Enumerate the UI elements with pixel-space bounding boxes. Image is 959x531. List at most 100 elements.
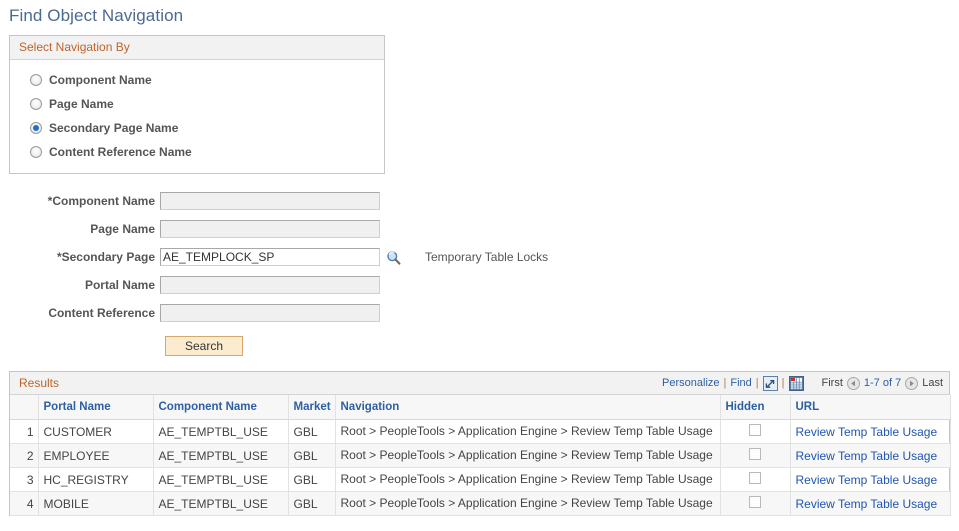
results-table: Portal Name Component Name Market Naviga… [10,395,951,516]
radio-label-content-reference-name[interactable]: Content Reference Name [49,145,192,159]
cell-hidden [720,419,791,444]
column-header-portal-name[interactable]: Portal Name [38,395,154,420]
pager-first-label[interactable]: First [822,377,843,389]
results-toolbar: Personalize | Find | | First 1-7 of 7 La… [662,375,943,391]
cell-url: Review Temp Table Usage [790,491,951,516]
hidden-checkbox[interactable] [749,424,761,436]
row-sequence: 3 [10,467,39,492]
hidden-checkbox[interactable] [749,472,761,484]
cell-hidden [720,443,791,468]
portal-name-input[interactable] [160,276,380,294]
radio-button-page-name[interactable] [30,98,42,110]
row-sequence: 1 [10,419,39,444]
radio-button-secondary-page-name[interactable] [30,122,42,134]
hidden-checkbox[interactable] [749,448,761,460]
cell-portal-name: EMPLOYEE [38,443,154,468]
pager-last-label[interactable]: Last [922,377,943,389]
radio-option-component-name[interactable]: Component Name [10,68,384,92]
cell-market: GBL [288,419,336,444]
radio-button-content-reference-name[interactable] [30,146,42,158]
cell-url: Review Temp Table Usage [790,419,951,444]
cell-component-name: AE_TEMPTBL_USE [153,491,289,516]
radio-label-component-name[interactable]: Component Name [49,73,152,87]
pager-range[interactable]: 1-7 of 7 [864,377,901,389]
cell-navigation: Root > PeopleTools > Application Engine … [335,491,721,516]
form-row-secondary-page: *Secondary Page Temporary Table Locks [0,244,959,270]
radio-option-content-reference-name[interactable]: Content Reference Name [10,140,384,164]
url-link[interactable]: Review Temp Table Usage [796,425,938,439]
find-link[interactable]: Find [730,377,751,389]
radio-label-page-name[interactable]: Page Name [49,97,114,111]
label-portal-name: Portal Name [84,278,155,292]
expand-grid-icon[interactable] [762,375,778,391]
url-link[interactable]: Review Temp Table Usage [796,449,938,463]
search-criteria-form: *Component Name Page Name *Secondary Pag… [0,188,959,361]
toolbar-separator-2: | [755,377,759,389]
hidden-checkbox[interactable] [749,496,761,508]
search-button[interactable]: Search [165,336,243,356]
form-row-page-name: Page Name [0,216,959,242]
component-name-input[interactable] [160,192,380,210]
column-header-hidden[interactable]: Hidden [720,395,791,420]
personalize-link[interactable]: Personalize [662,377,719,389]
table-row: 4 MOBILE AE_TEMPTBL_USE GBL Root > Peopl… [10,491,951,516]
download-spreadsheet-icon[interactable] [788,375,804,391]
cell-navigation: Root > PeopleTools > Application Engine … [335,467,721,492]
cell-navigation: Root > PeopleTools > Application Engine … [335,443,721,468]
cell-portal-name: CUSTOMER [38,419,154,444]
table-row: 3 HC_REGISTRY AE_TEMPTBL_USE GBL Root > … [10,467,951,492]
label-component-name: *Component Name [47,194,155,208]
page-title: Find Object Navigation [9,6,184,25]
content-reference-input[interactable] [160,304,380,322]
previous-page-icon[interactable] [846,376,860,390]
row-sequence: 4 [10,491,39,516]
secondary-page-input[interactable] [160,248,380,266]
label-secondary-page: *Secondary Page [56,250,155,264]
radio-button-component-name[interactable] [30,74,42,86]
cell-component-name: AE_TEMPTBL_USE [153,467,289,492]
table-row: 1 CUSTOMER AE_TEMPTBL_USE GBL Root > Peo… [10,419,951,444]
results-grid-titlebar: Results Personalize | Find | | First 1-7… [10,372,949,395]
cell-market: GBL [288,491,336,516]
form-row-content-reference: Content Reference [0,300,959,326]
secondary-page-description: Temporary Table Locks [425,250,549,264]
url-link[interactable]: Review Temp Table Usage [796,497,938,511]
cell-hidden [720,467,791,492]
next-page-icon[interactable] [905,376,919,390]
column-header-navigation[interactable]: Navigation [335,395,721,420]
table-row: 2 EMPLOYEE AE_TEMPTBL_USE GBL Root > Peo… [10,443,951,468]
cell-hidden [720,491,791,516]
row-sequence: 2 [10,443,39,468]
column-header-market[interactable]: Market [288,395,336,420]
cell-market: GBL [288,443,336,468]
radio-label-secondary-page-name[interactable]: Secondary Page Name [49,121,178,135]
cell-portal-name: MOBILE [38,491,154,516]
form-row-component-name: *Component Name [0,188,959,214]
toolbar-separator-3: | [781,377,785,389]
url-link[interactable]: Review Temp Table Usage [796,473,938,487]
search-button-row: Search [0,331,959,361]
label-page-name: Page Name [90,222,155,236]
column-header-component-name[interactable]: Component Name [153,395,289,420]
results-header-row: Portal Name Component Name Market Naviga… [10,395,951,420]
cell-portal-name: HC_REGISTRY [38,467,154,492]
radio-option-page-name[interactable]: Page Name [10,92,384,116]
groupbox-header: Select Navigation By [10,36,384,60]
column-header-url[interactable]: URL [790,395,951,420]
page-name-input[interactable] [160,220,380,238]
results-grid: Results Personalize | Find | | First 1-7… [9,371,951,516]
label-content-reference: Content Reference [48,306,155,320]
results-pager: First 1-7 of 7 Last [822,376,943,390]
cell-url: Review Temp Table Usage [790,467,951,492]
cell-url: Review Temp Table Usage [790,443,951,468]
cell-component-name: AE_TEMPTBL_USE [153,443,289,468]
cell-navigation: Root > PeopleTools > Application Engine … [335,419,721,444]
radio-option-secondary-page-name[interactable]: Secondary Page Name [10,116,384,140]
cell-market: GBL [288,467,336,492]
magnifier-lookup-icon[interactable] [386,250,401,265]
toolbar-separator-1: | [723,377,727,389]
form-row-portal-name: Portal Name [0,272,959,298]
select-navigation-by-groupbox: Select Navigation By Component Name Page… [9,35,385,174]
radio-group: Component Name Page Name Secondary Page … [10,60,384,173]
column-header-seq [10,395,39,420]
